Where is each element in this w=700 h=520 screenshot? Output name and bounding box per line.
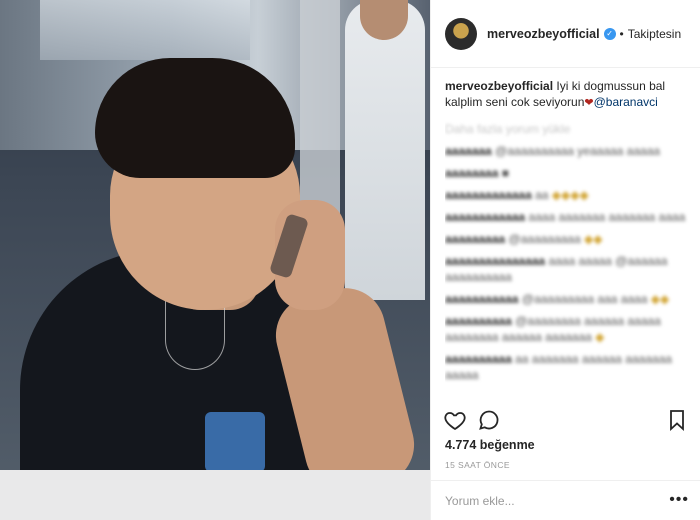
post-header: merveozbeyofficial ✓ • Takiptesin	[431, 0, 700, 68]
more-options-icon[interactable]: •••	[669, 491, 689, 509]
comment-username[interactable]: aaaaaaaaaaa	[445, 292, 518, 306]
comment-username[interactable]: aaaaaaaa	[445, 166, 498, 180]
comment-item: aaaaaaaaaaaaaaa aaaa aaaaa @aaaaaa aaaaa…	[445, 253, 691, 285]
post-username[interactable]: merveozbeyofficial	[487, 27, 600, 41]
comment-item: aaaaaaaaaaaa aaaa aaaaaaa aaaaaaa aaaa	[445, 209, 691, 225]
post-timestamp: 15 SAAT ÖNCE	[445, 460, 510, 470]
caption-mention[interactable]: @baranavci	[594, 95, 658, 109]
comment-icon[interactable]	[477, 408, 501, 432]
photo-table	[0, 470, 430, 520]
post-photo[interactable]	[0, 0, 430, 520]
comment-emoji: ◆	[591, 330, 605, 344]
comment-username[interactable]: aaaaaaaaa	[445, 232, 505, 246]
comment-list: aaaaaaa @aaaaaaaaaa yeaaaaa aaaaa aaaaaaa…	[445, 143, 691, 383]
separator-dot: •	[619, 26, 624, 41]
post-caption: merveozbeyofficial Iyi ki dogmussun bal …	[445, 78, 691, 111]
comment-text: ■	[498, 166, 509, 180]
comment-username[interactable]: aaaaaaaaaaaa	[445, 210, 525, 224]
photo-subject-hair	[95, 58, 295, 178]
post-side-panel: merveozbeyofficial ✓ • Takiptesin merveo…	[430, 0, 700, 520]
photo-background-window	[40, 0, 250, 60]
likes-count[interactable]: 4.774 beğenme	[445, 438, 535, 452]
photo-background-person	[345, 0, 425, 300]
caption-username[interactable]: merveozbeyofficial	[445, 79, 553, 93]
comment-item: aaaaaaaaaaa @aaaaaaaaa aaa aaaa ◆◆	[445, 291, 691, 307]
comment-username[interactable]: aaaaaaa	[445, 144, 492, 158]
photo-shirt-print	[205, 412, 265, 472]
comment-text: @aaaaaaaaa aaa aaaa	[518, 292, 648, 306]
heart-icon[interactable]	[443, 408, 467, 432]
comment-item: aaaaaaaaaa aa aaaaaaa aaaaaa aaaaaaa aaa…	[445, 351, 691, 383]
comments-section[interactable]: merveozbeyofficial Iyi ki dogmussun bal …	[445, 78, 691, 398]
comment-item: aaaaaaaaa @aaaaaaaaa ◆◆	[445, 231, 691, 247]
comment-emoji: ◆◆	[647, 292, 670, 306]
comment-emoji: ◆◆◆◆	[548, 188, 589, 202]
comment-item: aaaaaaaaaaaaa aa ◆◆◆◆	[445, 187, 691, 203]
comment-bar: •••	[431, 480, 700, 520]
comment-text: aa	[531, 188, 549, 202]
comment-username[interactable]: aaaaaaaaaaaaa	[445, 188, 532, 202]
action-bar	[431, 404, 700, 436]
photo-subject-necklace	[165, 300, 225, 370]
comment-text: @aaaaaaaaa	[505, 232, 581, 246]
verified-badge-icon: ✓	[603, 27, 616, 40]
comment-item: aaaaaaa @aaaaaaaaaa yeaaaaa aaaaa	[445, 143, 691, 159]
follow-status-button[interactable]: Takiptesin	[628, 27, 681, 41]
comment-input[interactable]	[445, 493, 655, 508]
comment-username[interactable]: aaaaaaaaaaaaaaa	[445, 254, 545, 268]
avatar[interactable]	[445, 17, 477, 50]
load-more-comments[interactable]: Daha fazla yorum yükle	[445, 121, 691, 136]
comment-username[interactable]: aaaaaaaaaa	[445, 352, 512, 366]
comment-text: aaaa aaaaaaa aaaaaaa aaaa	[525, 210, 686, 224]
comment-item: aaaaaaaaaa @aaaaaaaa aaaaaa aaaaa aaaaaa…	[445, 313, 691, 345]
bookmark-icon[interactable]	[665, 408, 689, 432]
comment-text: @aaaaaaaaaa yeaaaaa aaaaa	[491, 144, 661, 158]
caption-heart: ❤	[584, 97, 594, 109]
comment-item: aaaaaaaa ■	[445, 165, 691, 181]
comment-emoji: ◆◆	[580, 232, 603, 246]
comment-username[interactable]: aaaaaaaaaa	[445, 314, 512, 328]
